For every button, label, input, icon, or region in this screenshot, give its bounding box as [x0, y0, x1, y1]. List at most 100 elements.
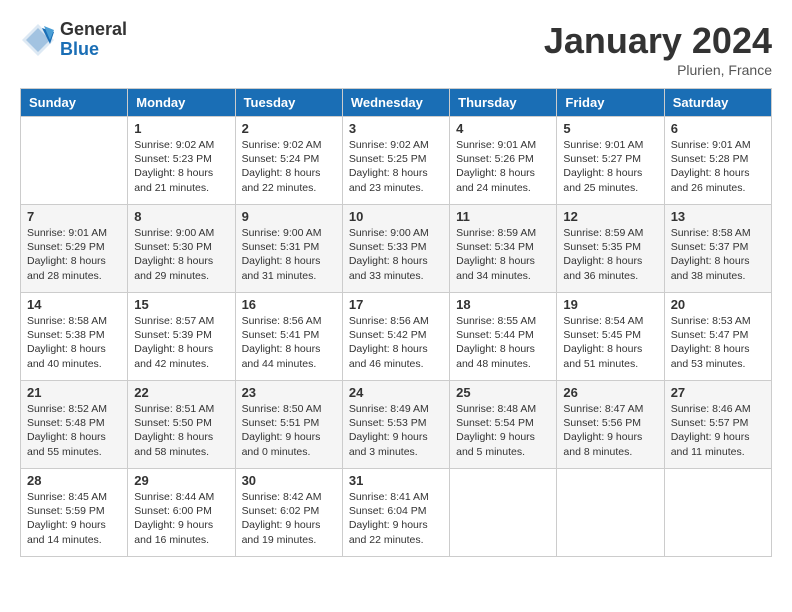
day-number: 23: [242, 385, 336, 400]
calendar-cell: 23 Sunrise: 8:50 AMSunset: 5:51 PMDayligh…: [235, 381, 342, 469]
calendar-cell: 26Sunrise: 8:47 AMSunset: 5:56 PMDayligh…: [557, 381, 664, 469]
calendar-cell: 14 Sunrise: 8:58 AMSunset: 5:38 PMDayligh…: [21, 293, 128, 381]
day-info: Sunrise: 8:58 AMSunset: 5:37 PMDaylight:…: [671, 226, 765, 283]
title-section: January 2024 Plurien, France: [544, 20, 772, 78]
month-title: January 2024: [544, 20, 772, 62]
day-header: Friday: [557, 89, 664, 117]
day-info: Sunrise: 8:51 AMSunset: 5:50 PMDaylight:…: [134, 402, 228, 459]
day-number: 13: [671, 209, 765, 224]
location: Plurien, France: [544, 62, 772, 78]
calendar-cell: [664, 469, 771, 557]
day-number: 17: [349, 297, 443, 312]
day-info: Sunrise: 8:58 AMSunset: 5:38 PMDaylight:…: [27, 314, 121, 371]
calendar-cell: 18Sunrise: 8:55 AMSunset: 5:44 PMDayligh…: [450, 293, 557, 381]
calendar-cell: 8 Sunrise: 9:00 AMSunset: 5:30 PMDaylight…: [128, 205, 235, 293]
calendar-cell: 27Sunrise: 8:46 AMSunset: 5:57 PMDayligh…: [664, 381, 771, 469]
day-info: Sunrise: 9:00 AMSunset: 5:31 PMDaylight:…: [242, 226, 336, 283]
calendar-cell: 6 Sunrise: 9:01 AMSunset: 5:28 PMDaylight…: [664, 117, 771, 205]
day-number: 11: [456, 209, 550, 224]
calendar-cell: 22 Sunrise: 8:51 AMSunset: 5:50 PMDayligh…: [128, 381, 235, 469]
calendar-header: SundayMondayTuesdayWednesdayThursdayFrid…: [21, 89, 772, 117]
day-info: Sunrise: 8:50 AMSunset: 5:51 PMDaylight:…: [242, 402, 336, 459]
day-header: Tuesday: [235, 89, 342, 117]
day-info: Sunrise: 9:02 AMSunset: 5:24 PMDaylight:…: [242, 138, 336, 195]
calendar-cell: 13 Sunrise: 8:58 AMSunset: 5:37 PMDayligh…: [664, 205, 771, 293]
calendar-cell: 20 Sunrise: 8:53 AMSunset: 5:47 PMDayligh…: [664, 293, 771, 381]
calendar-week-row: 28Sunrise: 8:45 AMSunset: 5:59 PMDayligh…: [21, 469, 772, 557]
day-number: 22: [134, 385, 228, 400]
day-info: Sunrise: 8:56 AMSunset: 5:42 PMDaylight:…: [349, 314, 443, 371]
day-number: 15: [134, 297, 228, 312]
calendar-cell: 5 Sunrise: 9:01 AMSunset: 5:27 PMDaylight…: [557, 117, 664, 205]
day-info: Sunrise: 9:01 AMSunset: 5:29 PMDaylight:…: [27, 226, 121, 283]
calendar-cell: 16Sunrise: 8:56 AMSunset: 5:41 PMDayligh…: [235, 293, 342, 381]
page-header: General Blue January 2024 Plurien, Franc…: [20, 20, 772, 78]
day-info: Sunrise: 9:02 AMSunset: 5:25 PMDaylight:…: [349, 138, 443, 195]
calendar-cell: [21, 117, 128, 205]
day-info: Sunrise: 9:01 AMSunset: 5:27 PMDaylight:…: [563, 138, 657, 195]
day-number: 30: [242, 473, 336, 488]
day-info: Sunrise: 8:53 AMSunset: 5:47 PMDaylight:…: [671, 314, 765, 371]
day-number: 18: [456, 297, 550, 312]
day-number: 6: [671, 121, 765, 136]
calendar-week-row: 1Sunrise: 9:02 AMSunset: 5:23 PMDaylight…: [21, 117, 772, 205]
day-info: Sunrise: 8:57 AMSunset: 5:39 PMDaylight:…: [134, 314, 228, 371]
day-number: 29: [134, 473, 228, 488]
day-info: Sunrise: 8:44 AMSunset: 6:00 PMDaylight:…: [134, 490, 228, 547]
calendar-cell: 7 Sunrise: 9:01 AMSunset: 5:29 PMDaylight…: [21, 205, 128, 293]
day-info: Sunrise: 8:48 AMSunset: 5:54 PMDaylight:…: [456, 402, 550, 459]
logo-text: General Blue: [60, 20, 127, 60]
calendar-cell: 28Sunrise: 8:45 AMSunset: 5:59 PMDayligh…: [21, 469, 128, 557]
day-number: 12: [563, 209, 657, 224]
day-number: 14: [27, 297, 121, 312]
day-info: Sunrise: 9:01 AMSunset: 5:26 PMDaylight:…: [456, 138, 550, 195]
day-number: 20: [671, 297, 765, 312]
calendar-cell: 1Sunrise: 9:02 AMSunset: 5:23 PMDaylight…: [128, 117, 235, 205]
calendar-cell: 15 Sunrise: 8:57 AMSunset: 5:39 PMDayligh…: [128, 293, 235, 381]
calendar-cell: 12 Sunrise: 8:59 AMSunset: 5:35 PMDayligh…: [557, 205, 664, 293]
day-info: Sunrise: 8:59 AMSunset: 5:35 PMDaylight:…: [563, 226, 657, 283]
day-info: Sunrise: 8:46 AMSunset: 5:57 PMDaylight:…: [671, 402, 765, 459]
calendar-cell: 11Sunrise: 8:59 AMSunset: 5:34 PMDayligh…: [450, 205, 557, 293]
day-number: 8: [134, 209, 228, 224]
logo-icon: [20, 22, 56, 58]
calendar-week-row: 7 Sunrise: 9:01 AMSunset: 5:29 PMDaylight…: [21, 205, 772, 293]
day-info: Sunrise: 8:52 AMSunset: 5:48 PMDaylight:…: [27, 402, 121, 459]
day-number: 4: [456, 121, 550, 136]
calendar-cell: 24Sunrise: 8:49 AMSunset: 5:53 PMDayligh…: [342, 381, 449, 469]
calendar-cell: [450, 469, 557, 557]
days-header-row: SundayMondayTuesdayWednesdayThursdayFrid…: [21, 89, 772, 117]
calendar-week-row: 21Sunrise: 8:52 AMSunset: 5:48 PMDayligh…: [21, 381, 772, 469]
day-info: Sunrise: 8:54 AMSunset: 5:45 PMDaylight:…: [563, 314, 657, 371]
day-number: 31: [349, 473, 443, 488]
day-number: 1: [134, 121, 228, 136]
day-number: 16: [242, 297, 336, 312]
calendar-cell: 10 Sunrise: 9:00 AMSunset: 5:33 PMDayligh…: [342, 205, 449, 293]
day-number: 3: [349, 121, 443, 136]
day-info: Sunrise: 8:42 AMSunset: 6:02 PMDaylight:…: [242, 490, 336, 547]
calendar-cell: 25 Sunrise: 8:48 AMSunset: 5:54 PMDayligh…: [450, 381, 557, 469]
day-info: Sunrise: 9:01 AMSunset: 5:28 PMDaylight:…: [671, 138, 765, 195]
day-number: 7: [27, 209, 121, 224]
day-info: Sunrise: 8:47 AMSunset: 5:56 PMDaylight:…: [563, 402, 657, 459]
day-number: 25: [456, 385, 550, 400]
calendar-cell: 17 Sunrise: 8:56 AMSunset: 5:42 PMDayligh…: [342, 293, 449, 381]
day-info: Sunrise: 8:49 AMSunset: 5:53 PMDaylight:…: [349, 402, 443, 459]
logo: General Blue: [20, 20, 127, 60]
day-number: 10: [349, 209, 443, 224]
calendar-body: 1Sunrise: 9:02 AMSunset: 5:23 PMDaylight…: [21, 117, 772, 557]
day-number: 5: [563, 121, 657, 136]
calendar-cell: 19Sunrise: 8:54 AMSunset: 5:45 PMDayligh…: [557, 293, 664, 381]
day-header: Wednesday: [342, 89, 449, 117]
day-header: Saturday: [664, 89, 771, 117]
calendar-cell: 4 Sunrise: 9:01 AMSunset: 5:26 PMDaylight…: [450, 117, 557, 205]
day-number: 28: [27, 473, 121, 488]
day-info: Sunrise: 9:00 AMSunset: 5:33 PMDaylight:…: [349, 226, 443, 283]
day-header: Monday: [128, 89, 235, 117]
day-number: 9: [242, 209, 336, 224]
calendar-table: SundayMondayTuesdayWednesdayThursdayFrid…: [20, 88, 772, 557]
calendar-cell: 9 Sunrise: 9:00 AMSunset: 5:31 PMDaylight…: [235, 205, 342, 293]
calendar-cell: 3 Sunrise: 9:02 AMSunset: 5:25 PMDaylight…: [342, 117, 449, 205]
calendar-week-row: 14 Sunrise: 8:58 AMSunset: 5:38 PMDayligh…: [21, 293, 772, 381]
day-info: Sunrise: 9:00 AMSunset: 5:30 PMDaylight:…: [134, 226, 228, 283]
